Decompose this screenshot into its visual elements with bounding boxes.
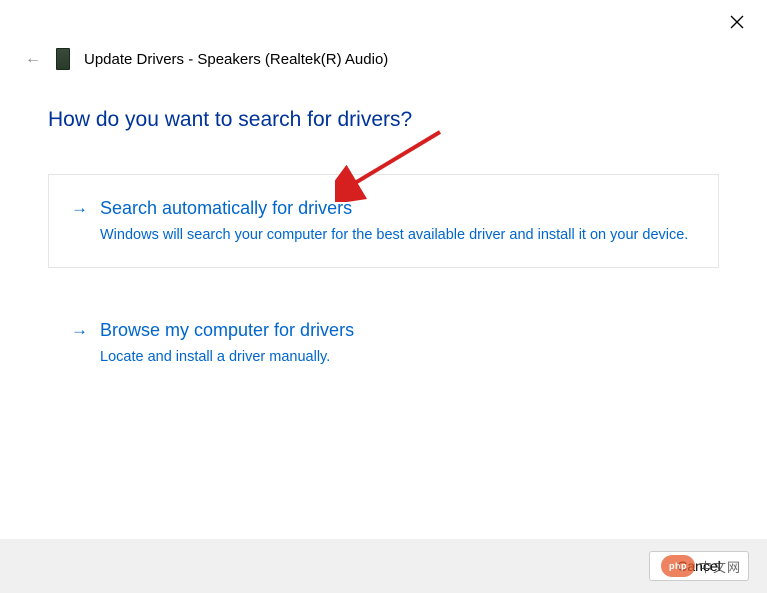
speaker-device-icon bbox=[56, 48, 70, 70]
close-button[interactable] bbox=[729, 14, 745, 30]
arrow-right-icon: → bbox=[71, 195, 88, 221]
dialog-footer: Cancel bbox=[0, 539, 767, 593]
dialog-title: Update Drivers - Speakers (Realtek(R) Au… bbox=[84, 51, 388, 68]
option-title: Search automatically for drivers bbox=[100, 195, 696, 221]
arrow-right-icon: → bbox=[71, 317, 88, 343]
option-title: Browse my computer for drivers bbox=[100, 317, 696, 343]
main-heading: How do you want to search for drivers? bbox=[48, 108, 719, 132]
close-icon bbox=[730, 15, 744, 29]
back-arrow-icon[interactable]: ← bbox=[24, 50, 42, 68]
option-description: Locate and install a driver manually. bbox=[100, 347, 696, 367]
dialog-header: ← Update Drivers - Speakers (Realtek(R) … bbox=[24, 48, 388, 70]
dialog-content: How do you want to search for drivers? →… bbox=[48, 108, 719, 410]
option-browse-computer[interactable]: → Browse my computer for drivers Locate … bbox=[48, 296, 719, 382]
option-description: Windows will search your computer for th… bbox=[100, 225, 696, 245]
option-search-automatically[interactable]: → Search automatically for drivers Windo… bbox=[48, 174, 719, 268]
cancel-button[interactable]: Cancel bbox=[649, 551, 749, 581]
